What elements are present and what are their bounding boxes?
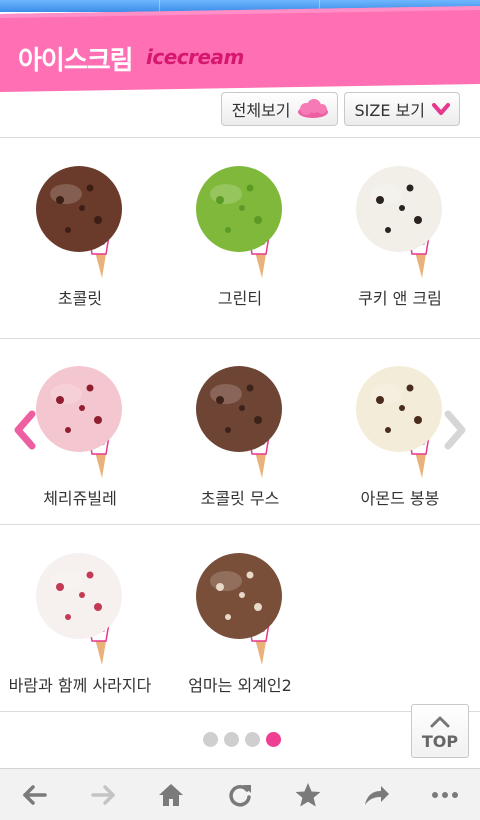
star-icon[interactable]: [293, 781, 323, 809]
ice-cream-image: [196, 553, 282, 665]
product-card[interactable]: 엄마는 외계인2: [160, 525, 320, 695]
ice-cream-image: [196, 366, 282, 478]
page-header: 아이스크림 icecream: [0, 6, 480, 92]
ice-cream-image: [36, 166, 122, 278]
product-name: 초콜릿 무스: [200, 489, 280, 508]
scroll-top-label: TOP: [421, 732, 459, 751]
product-name: 쿠키 앤 크림: [358, 289, 442, 308]
product-name: 체리쥬빌레: [43, 489, 117, 508]
page-title: 아이스크림: [18, 46, 134, 76]
pagination-dot[interactable]: [266, 732, 281, 747]
refresh-icon[interactable]: [225, 781, 255, 809]
scroll-top-button[interactable]: TOP: [411, 704, 469, 758]
forward-arrow-icon[interactable]: [88, 781, 118, 809]
filter-bar: 전체보기 SIZE 보기: [220, 92, 460, 126]
page-title-english: icecream: [146, 45, 244, 69]
size-view-button[interactable]: SIZE 보기: [343, 92, 460, 126]
product-card[interactable]: 초콜릿 무스: [160, 338, 320, 508]
product-card[interactable]: 그린티: [160, 138, 320, 308]
product-card[interactable]: 초콜릿: [0, 138, 160, 308]
row-divider: [0, 338, 480, 339]
browser-toolbar: [0, 768, 480, 820]
product-name: 그린티: [217, 289, 263, 308]
view-all-button[interactable]: 전체보기: [220, 92, 338, 126]
next-page-arrow-icon[interactable]: [442, 410, 468, 450]
chevron-down-icon: [432, 103, 450, 115]
cloud-icon: [297, 99, 328, 118]
pagination-dot[interactable]: [245, 732, 260, 747]
product-name: 초콜릿: [57, 289, 103, 308]
ice-cream-image: [36, 553, 122, 665]
ice-cream-image: [196, 166, 282, 278]
chevron-up-icon: [430, 716, 450, 728]
product-card[interactable]: 쿠키 앤 크림: [320, 138, 480, 308]
view-all-label: 전체보기: [231, 101, 291, 120]
product-name: 엄마는 외계인2: [188, 676, 292, 695]
more-icon[interactable]: [430, 781, 460, 809]
prev-page-arrow-icon[interactable]: [12, 410, 38, 450]
pagination-dots: [203, 732, 281, 747]
size-view-label: SIZE 보기: [354, 101, 425, 120]
product-name: 아몬드 봉봉: [360, 489, 440, 508]
product-name: 바람과 함께 사라지다: [8, 676, 152, 695]
row-divider: [0, 711, 480, 712]
share-icon[interactable]: [361, 781, 391, 809]
pagination-dot[interactable]: [203, 732, 218, 747]
back-arrow-icon[interactable]: [20, 781, 50, 809]
home-icon[interactable]: [156, 781, 186, 809]
ice-cream-image: [356, 166, 442, 278]
pagination-dot[interactable]: [224, 732, 239, 747]
row-divider: [0, 524, 480, 525]
product-card[interactable]: 바람과 함께 사라지다: [0, 525, 160, 695]
